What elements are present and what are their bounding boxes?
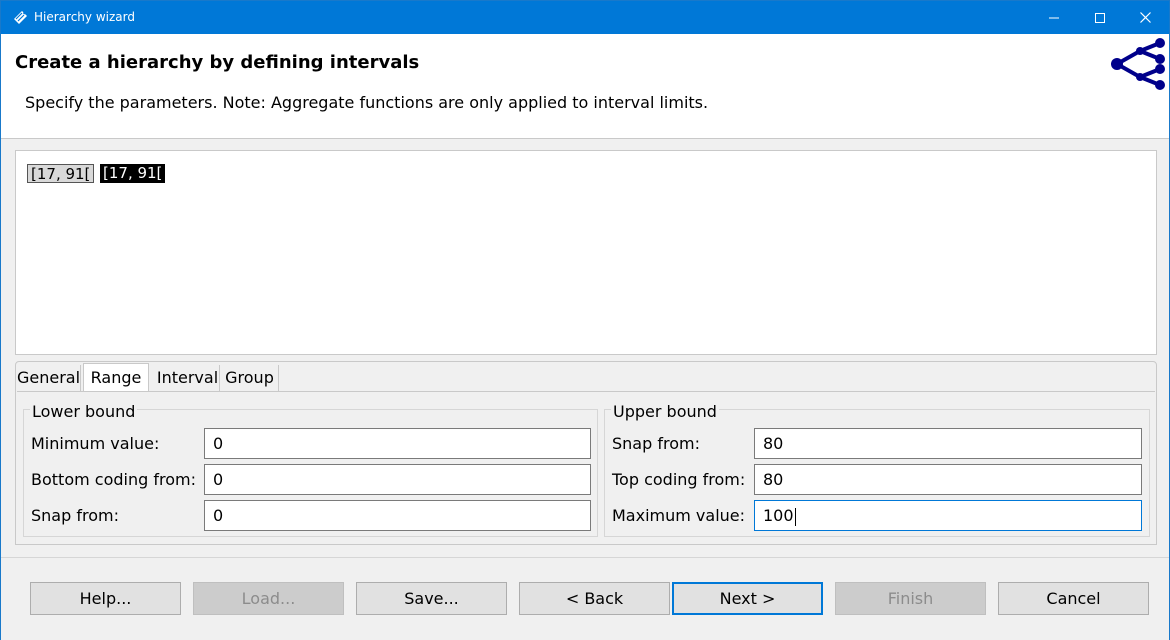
title-bar[interactable]: Hierarchy wizard xyxy=(1,1,1169,34)
lower-snap-from-field[interactable]: 0 xyxy=(204,500,591,531)
hierarchy-tree-icon xyxy=(1107,36,1167,98)
lower-bound-title: Lower bound xyxy=(30,402,138,421)
wizard-header: Create a hierarchy by defining intervals… xyxy=(1,34,1169,139)
save-button[interactable]: Save... xyxy=(356,582,507,615)
page-description: Specify the parameters. Note: Aggregate … xyxy=(25,93,709,112)
cancel-button[interactable]: Cancel xyxy=(998,582,1149,615)
top-coding-field[interactable]: 80 xyxy=(754,464,1142,495)
minimize-button[interactable] xyxy=(1031,1,1077,34)
tab-group[interactable]: Group xyxy=(221,365,279,391)
upper-bound-title: Upper bound xyxy=(611,402,719,421)
bottom-coding-label: Bottom coding from: xyxy=(31,470,196,489)
finish-button[interactable]: Finish xyxy=(835,582,986,615)
back-button[interactable]: < Back xyxy=(519,582,670,615)
help-button[interactable]: Help... xyxy=(30,582,181,615)
app-icon xyxy=(12,9,29,25)
maximum-value-field[interactable]: 100 xyxy=(754,500,1142,531)
maximum-value-label: Maximum value: xyxy=(612,506,746,525)
top-coding-label: Top coding from: xyxy=(612,470,746,489)
preview-node-selected[interactable]: [17, 91[ xyxy=(100,164,166,183)
page-title: Create a hierarchy by defining intervals xyxy=(15,52,420,73)
minimum-value-field[interactable]: 0 xyxy=(204,428,591,459)
bottom-coding-field[interactable]: 0 xyxy=(204,464,591,495)
maximize-icon xyxy=(1095,12,1105,23)
tab-interval[interactable]: Interval xyxy=(156,365,220,391)
next-button[interactable]: Next > xyxy=(672,582,823,615)
window-title: Hierarchy wizard xyxy=(34,10,135,24)
close-icon xyxy=(1139,12,1151,23)
upper-snap-from-label: Snap from: xyxy=(612,434,700,453)
hierarchy-preview[interactable]: [17, 91[ [17, 91[ xyxy=(15,150,1157,355)
maximize-button[interactable] xyxy=(1077,1,1123,34)
text-caret xyxy=(794,507,796,526)
preview-node[interactable]: [17, 91[ xyxy=(27,164,95,183)
tab-general[interactable]: General xyxy=(17,365,81,391)
lower-snap-from-label: Snap from: xyxy=(31,506,119,525)
maximum-value-text: 100 xyxy=(763,506,794,525)
minimize-icon xyxy=(1049,17,1059,18)
tab-range[interactable]: Range xyxy=(83,363,149,391)
upper-snap-from-field[interactable]: 80 xyxy=(754,428,1142,459)
hierarchy-wizard-window: Hierarchy wizard Create a hierarchy by d… xyxy=(0,0,1170,640)
close-button[interactable] xyxy=(1122,1,1168,34)
minimum-value-label: Minimum value: xyxy=(31,434,160,453)
load-button[interactable]: Load... xyxy=(193,582,344,615)
